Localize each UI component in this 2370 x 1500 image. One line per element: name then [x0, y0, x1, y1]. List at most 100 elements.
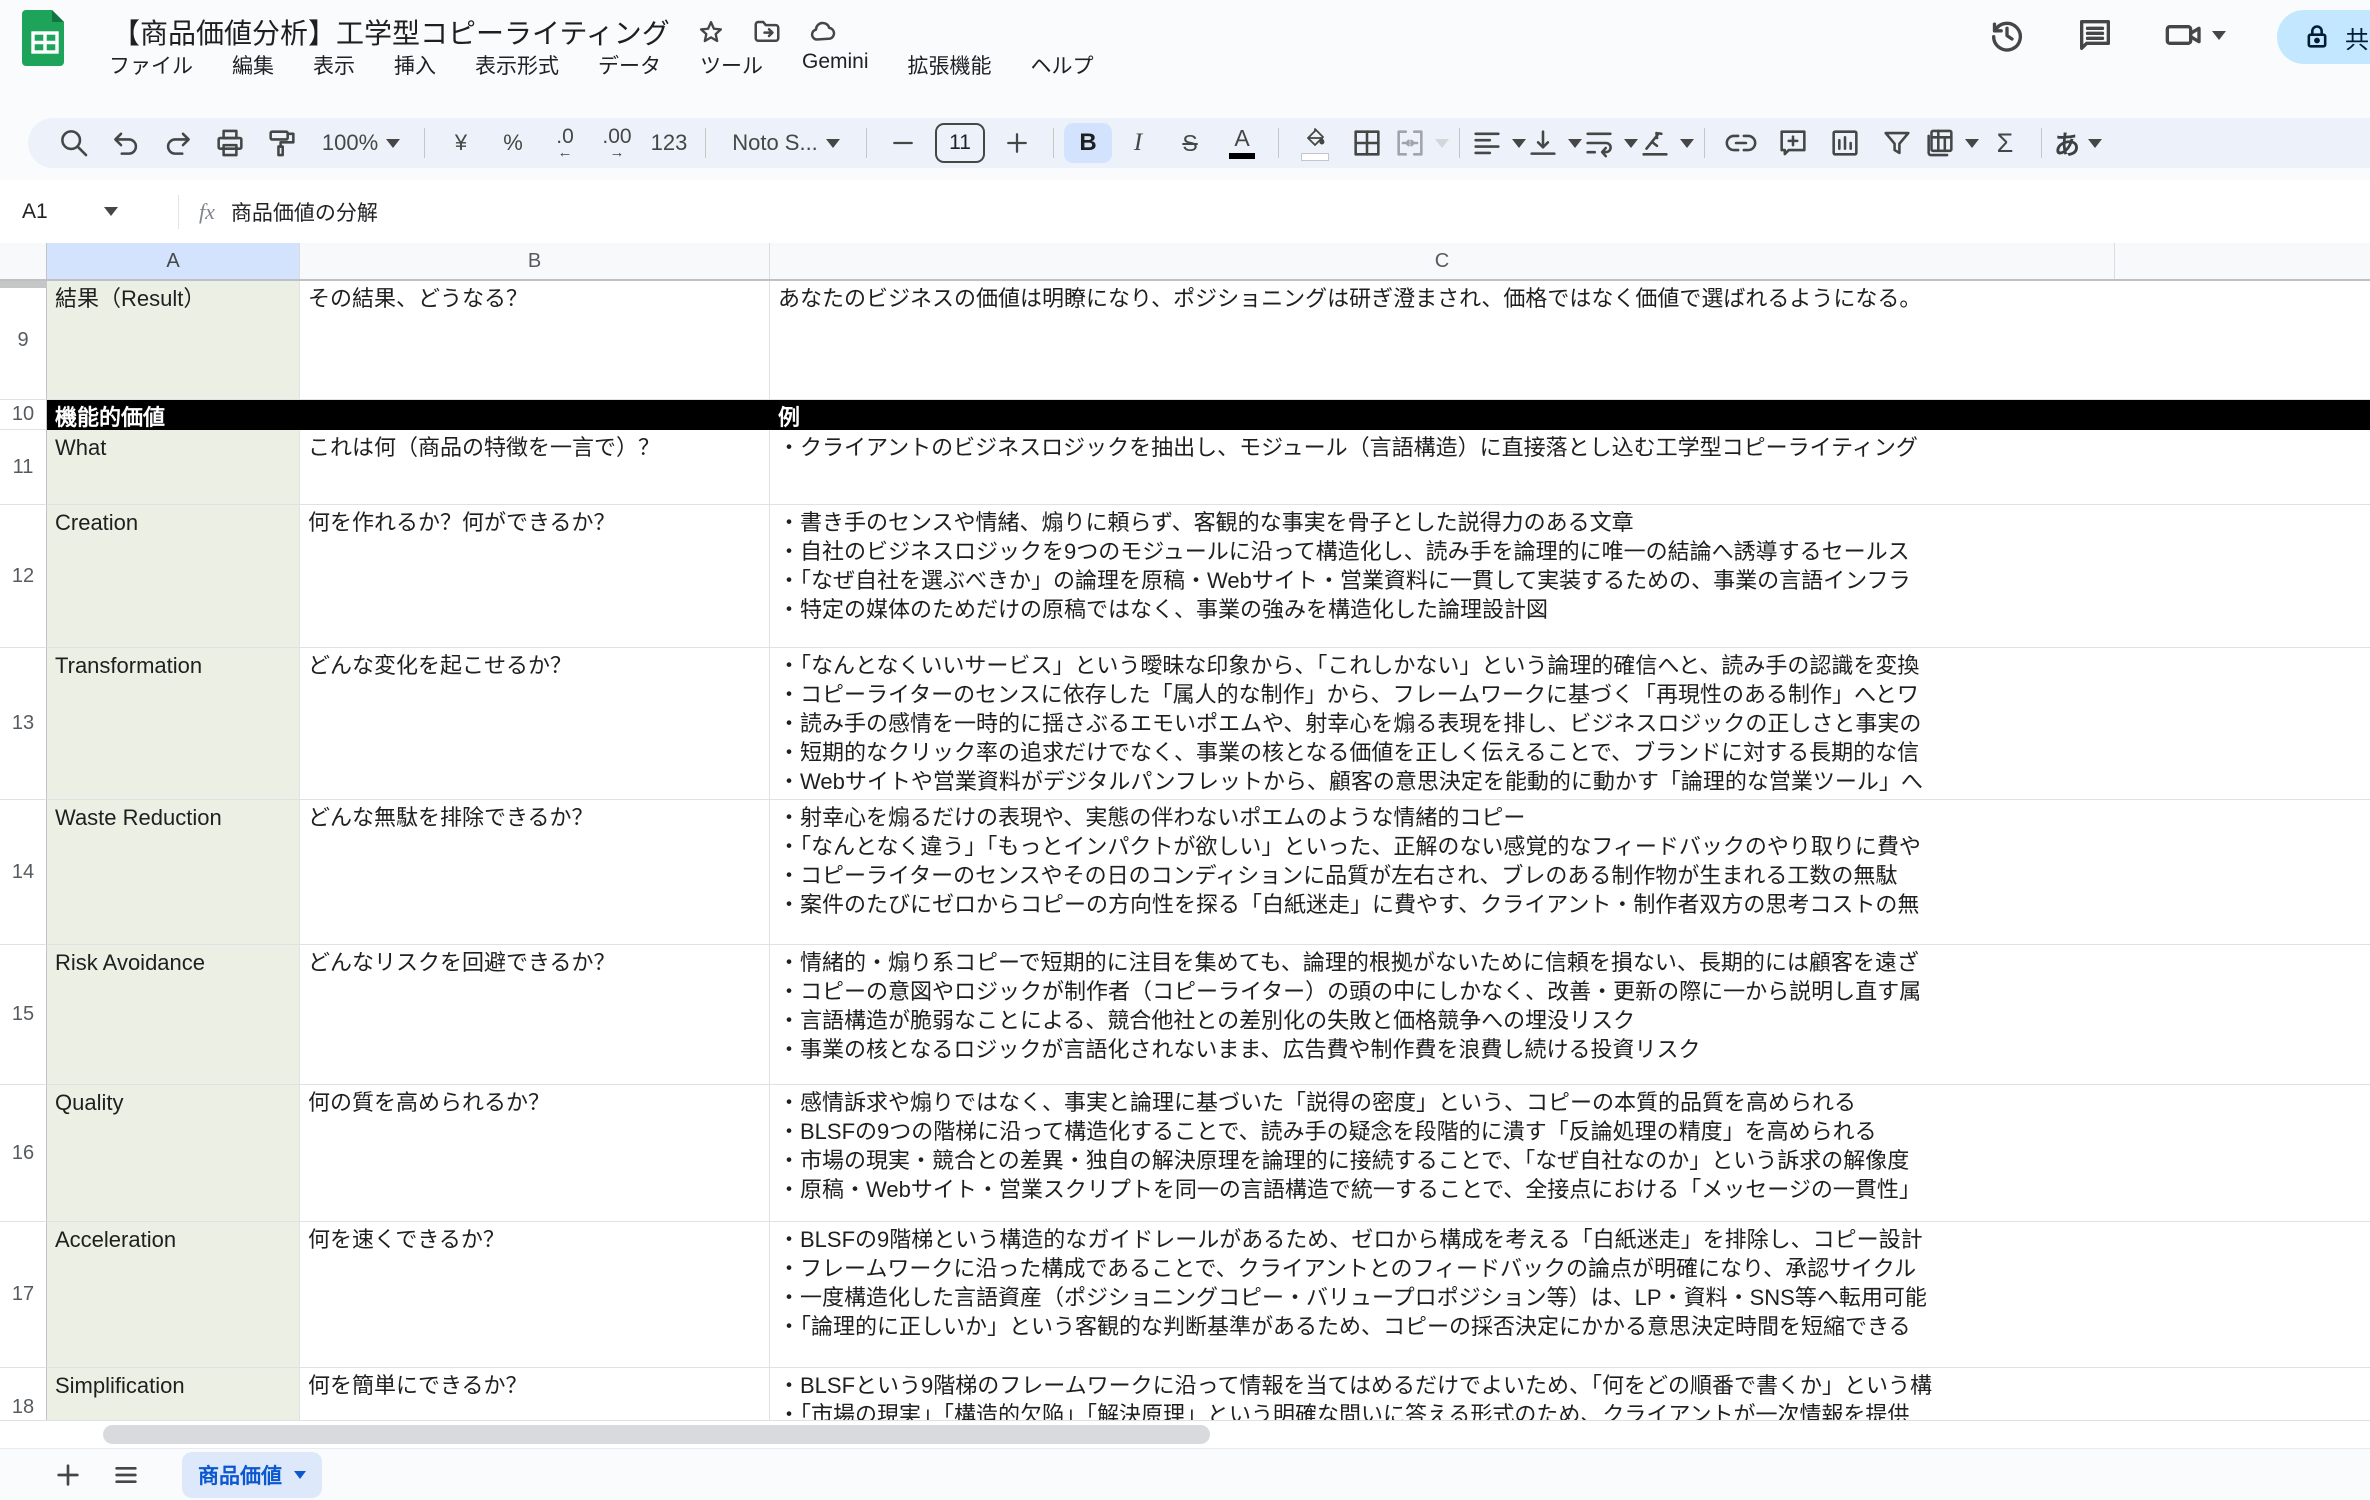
menu-insert[interactable]: 挿入 [390, 48, 440, 82]
all-sheets-icon[interactable] [104, 1455, 148, 1495]
name-box[interactable]: A1 [0, 200, 172, 224]
row-header[interactable]: 14 [0, 800, 47, 945]
font-select[interactable]: Noto S... [716, 121, 856, 165]
row-header[interactable]: 12 [0, 505, 47, 648]
cell-col-a[interactable]: Risk Avoidance [47, 945, 300, 1085]
bold-button[interactable]: B [1064, 123, 1112, 163]
text-wrap-button[interactable] [1582, 121, 1638, 165]
increase-font-size-button[interactable] [991, 121, 1043, 165]
cell-col-b[interactable]: これは何（商品の特徴を一言で）？ [300, 430, 770, 505]
cell-col-c[interactable]: 例 [770, 400, 2370, 430]
cell-col-c[interactable]: ・感情訴求や煽りではなく、事実と論理に基づいた「説得の密度」という、コピーの本質… [770, 1085, 2370, 1222]
font-size-input[interactable]: 11 [935, 123, 985, 163]
comments-icon[interactable] [2067, 7, 2123, 63]
share-button[interactable]: 共有 [2277, 10, 2370, 64]
spreadsheet-grid[interactable]: 9結果（Result）その結果、どうなる？あなたのビジネスの価値は明瞭になり、ポ… [0, 281, 2370, 1420]
add-sheet-icon[interactable] [46, 1455, 90, 1495]
cell-col-a[interactable]: 結果（Result） [47, 281, 300, 400]
format-percent-button[interactable]: % [487, 121, 539, 165]
input-tools-button[interactable]: あ [2052, 121, 2104, 165]
pivot-table-button[interactable] [1923, 121, 1979, 165]
menu-edit[interactable]: 編集 [228, 48, 278, 82]
menu-gemini[interactable]: Gemini [798, 48, 873, 82]
menu-file[interactable]: ファイル [105, 48, 197, 82]
decrease-decimal-button[interactable]: .0← [539, 121, 591, 165]
undo-icon[interactable] [100, 121, 152, 165]
create-filter-button[interactable] [1871, 121, 1923, 165]
row-header[interactable]: 11 [0, 430, 47, 505]
cell-col-b[interactable]: 何を作れるか？何ができるか？ [300, 505, 770, 648]
cell-col-a[interactable]: Quality [47, 1085, 300, 1222]
horizontal-scrollbar[interactable] [0, 1420, 2370, 1448]
borders-button[interactable] [1341, 121, 1393, 165]
redo-icon[interactable] [152, 121, 204, 165]
paint-format-icon[interactable] [256, 121, 308, 165]
print-icon[interactable] [204, 121, 256, 165]
row-header[interactable]: 18 [0, 1368, 47, 1420]
horizontal-scrollbar-thumb[interactable] [103, 1425, 1210, 1444]
cell-col-c[interactable]: ・BLSFの9階梯という構造的なガイドレールがあるため、ゼロから構成を考える「白… [770, 1222, 2370, 1368]
increase-decimal-button[interactable]: .00→ [591, 121, 643, 165]
cell-col-a[interactable]: Creation [47, 505, 300, 648]
cell-col-a[interactable]: 機能的価値 [47, 400, 300, 430]
menu-tools[interactable]: ツール [696, 48, 767, 82]
sheets-logo-icon[interactable] [22, 9, 68, 67]
horizontal-align-button[interactable] [1470, 121, 1526, 165]
merge-cells-button[interactable] [1393, 121, 1449, 165]
italic-button[interactable]: I [1112, 121, 1164, 165]
document-title[interactable]: 【商品価値分析】工学型コピーライティング [112, 12, 670, 52]
fill-color-button[interactable] [1289, 121, 1341, 165]
cell-col-a[interactable]: Acceleration [47, 1222, 300, 1368]
column-header-c[interactable]: C [770, 243, 2115, 279]
cell-col-b[interactable]: どんな変化を起こせるか？ [300, 648, 770, 800]
cell-col-b[interactable]: 何を簡単にできるか？ [300, 1368, 770, 1420]
row-header[interactable]: 10 [0, 400, 47, 430]
cloud-saved-icon[interactable] [808, 17, 838, 47]
text-color-button[interactable]: A [1216, 121, 1268, 165]
insert-comment-button[interactable] [1767, 121, 1819, 165]
cell-col-a[interactable]: Waste Reduction [47, 800, 300, 945]
menu-view[interactable]: 表示 [309, 48, 359, 82]
cell-col-c[interactable]: ・情緒的・煽り系コピーで短期的に注目を集めても、論理的根拠がないために信頼を損な… [770, 945, 2370, 1085]
meet-video-icon[interactable] [2152, 7, 2238, 63]
cell-col-b[interactable]: その結果、どうなる？ [300, 281, 770, 400]
cell-col-b[interactable]: どんなリスクを回避できるか？ [300, 945, 770, 1085]
vertical-align-button[interactable] [1526, 121, 1582, 165]
sheet-tab-active[interactable]: 商品価値 [182, 1452, 322, 1498]
menu-data[interactable]: データ [594, 48, 665, 82]
insert-link-button[interactable] [1715, 121, 1767, 165]
cell-col-b[interactable]: どんな無駄を排除できるか？ [300, 800, 770, 945]
cell-col-c[interactable]: ・射幸心を煽るだけの表現や、実態の伴わないポエムのような情緒的コピー・「なんとな… [770, 800, 2370, 945]
format-currency-button[interactable]: ¥ [435, 121, 487, 165]
meet-dropdown-caret[interactable] [2212, 31, 2226, 40]
cell-col-c[interactable]: ・クライアントのビジネスロジックを抽出し、モジュール（言語構造）に直接落とし込む… [770, 430, 2370, 505]
row-header[interactable]: 16 [0, 1085, 47, 1222]
row-header[interactable]: 15 [0, 945, 47, 1085]
cell-col-c[interactable]: あなたのビジネスの価値は明瞭になり、ポジショニングは研ぎ澄まされ、価格ではなく価… [770, 281, 2370, 400]
decrease-font-size-button[interactable] [877, 121, 929, 165]
cell-col-b[interactable] [300, 400, 770, 430]
search-icon[interactable] [48, 121, 100, 165]
menu-format[interactable]: 表示形式 [471, 48, 563, 82]
cell-col-c[interactable]: ・書き手のセンスや情緒、煽りに頼らず、客観的な事実を骨子とした説得力のある文章・… [770, 505, 2370, 648]
row-header[interactable]: 9 [0, 281, 47, 400]
cell-col-a[interactable]: What [47, 430, 300, 505]
cell-col-a[interactable]: Transformation [47, 648, 300, 800]
select-all-corner[interactable] [0, 243, 47, 279]
text-rotation-button[interactable] [1638, 121, 1694, 165]
star-icon[interactable] [696, 17, 726, 47]
menu-help[interactable]: ヘルプ [1027, 48, 1098, 82]
row-header[interactable]: 17 [0, 1222, 47, 1368]
row-header[interactable]: 13 [0, 648, 47, 800]
cell-col-c[interactable]: ・BLSFという9階梯のフレームワークに沿って情報を当てはめるだけでよいため、「… [770, 1368, 2370, 1420]
number-format-button[interactable]: 123 [643, 121, 695, 165]
cell-col-a[interactable]: Simplification [47, 1368, 300, 1420]
menu-extensions[interactable]: 拡張機能 [904, 48, 996, 82]
column-header-b[interactable]: B [300, 243, 770, 279]
formula-input[interactable]: 商品価値の分解 [231, 197, 378, 227]
column-header-a[interactable]: A [47, 243, 300, 279]
cell-col-c[interactable]: ・「なんとなくいいサービス」という曖昧な印象から、「これしかない」という論理的確… [770, 648, 2370, 800]
cell-col-b[interactable]: 何の質を高められるか？ [300, 1085, 770, 1222]
strikethrough-button[interactable]: S [1164, 121, 1216, 165]
insert-chart-button[interactable] [1819, 121, 1871, 165]
